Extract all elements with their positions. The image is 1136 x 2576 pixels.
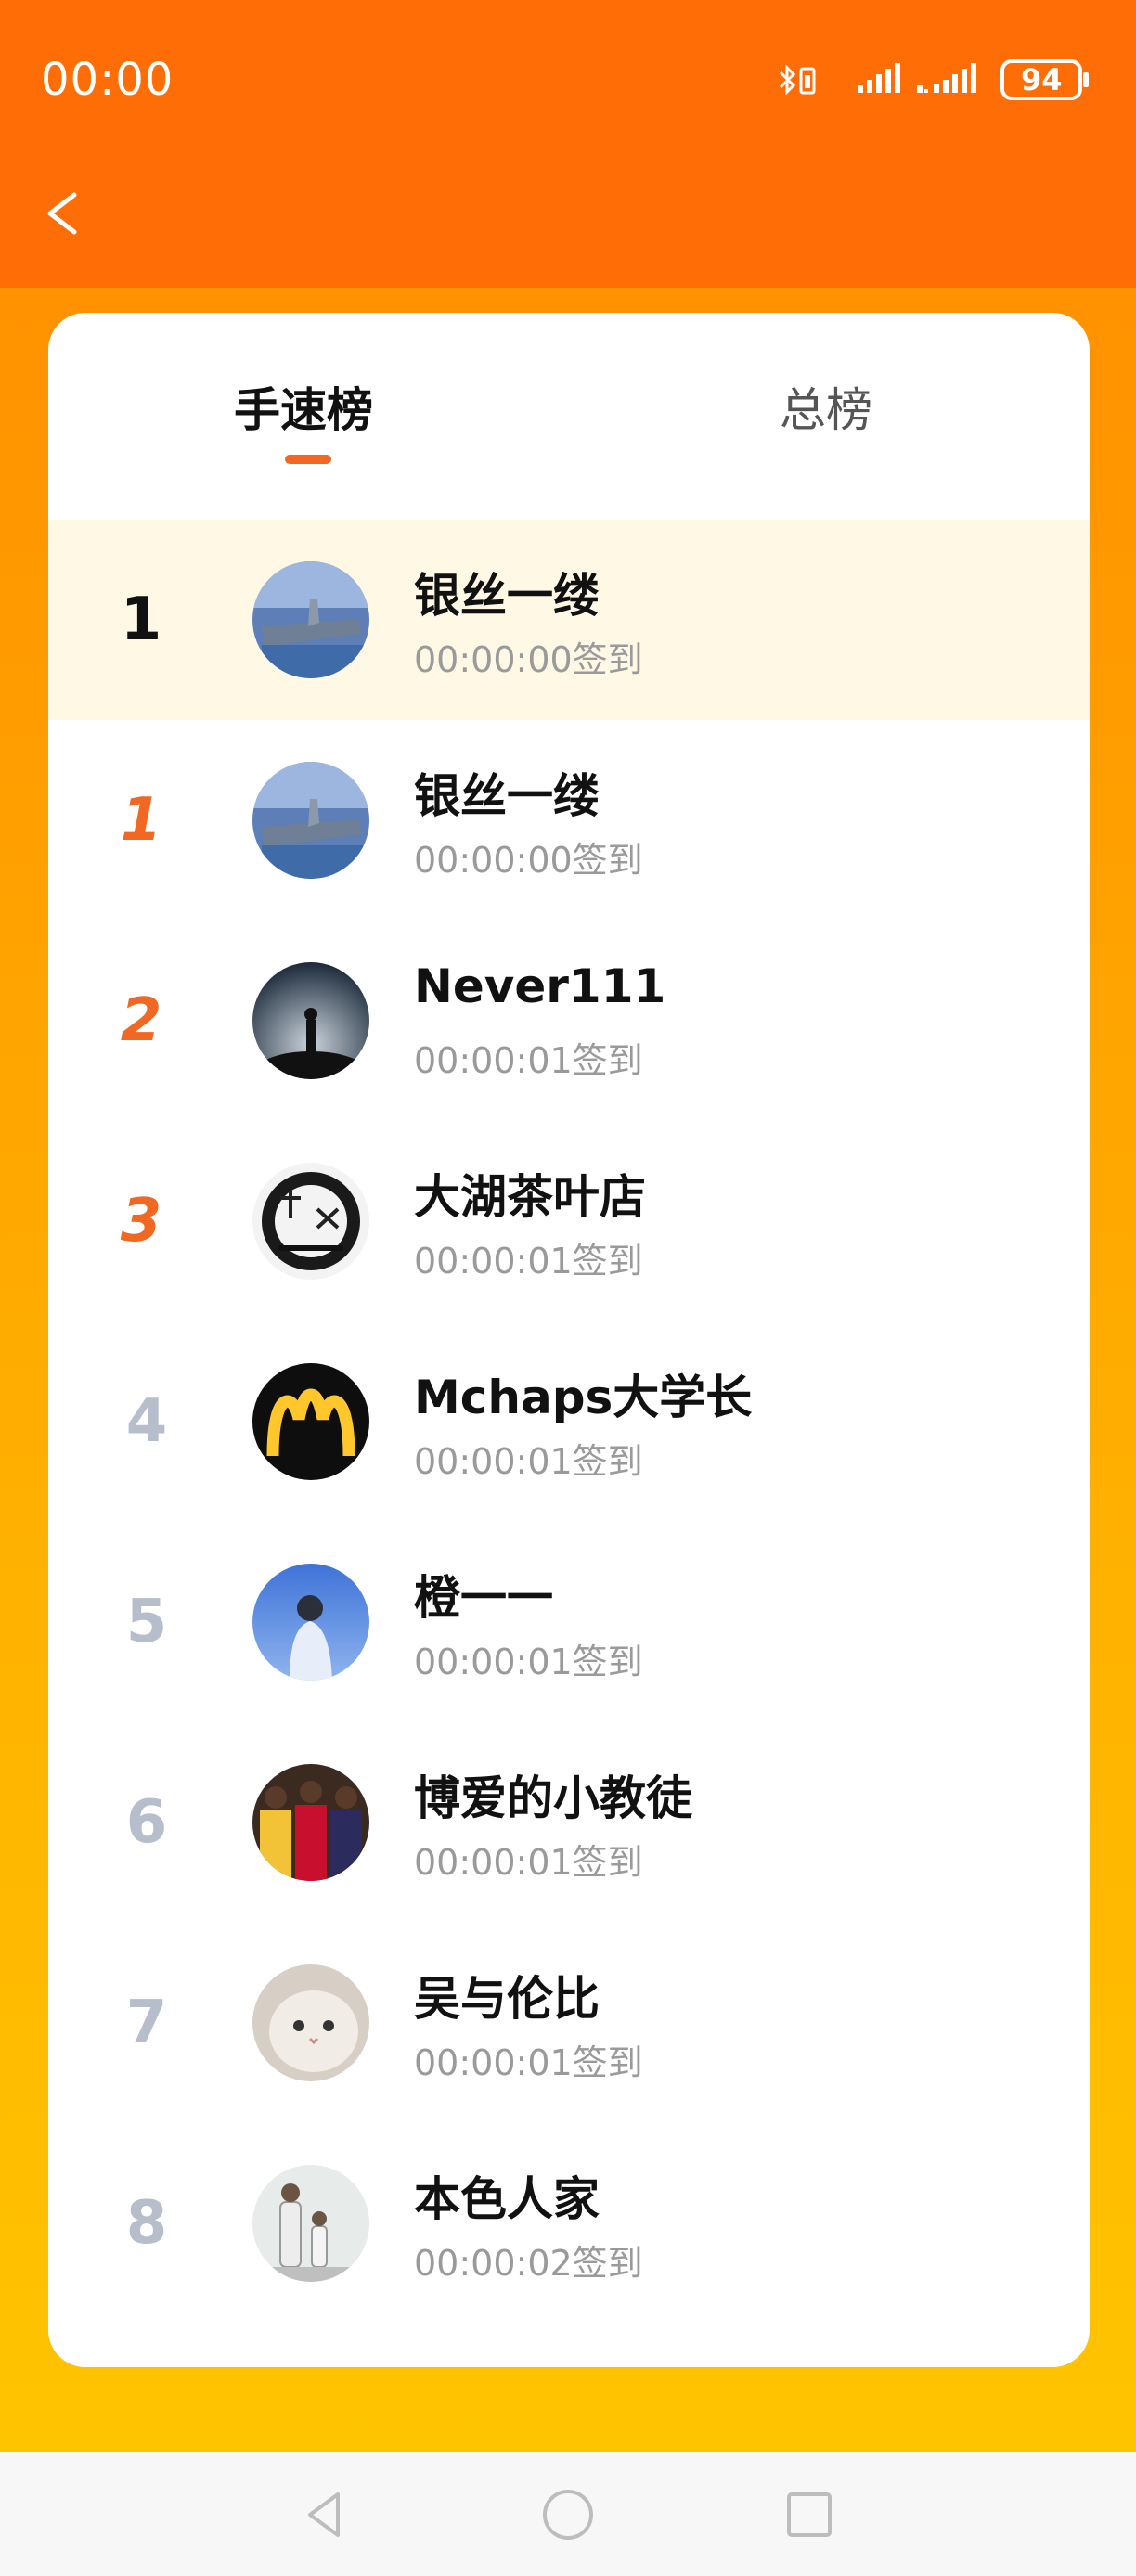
checkin-time: 00:00:00签到: [414, 840, 643, 881]
list-item[interactable]: 5 橙一一 00:00:01签到: [48, 1522, 1090, 1722]
leaderboard-card: 手速榜 总榜 1 银丝一缕 00:00:00签到 1 银丝一缕 00:00:00…: [48, 313, 1090, 2367]
avatar: [252, 561, 369, 678]
rank-number: 6: [125, 1788, 168, 1857]
active-tab-indicator: [285, 455, 331, 464]
tab-speed-ranking[interactable]: 手速榜: [234, 378, 373, 443]
rank-number: 7: [125, 1989, 168, 2057]
checkin-time: 00:00:01签到: [414, 1040, 643, 1081]
nav-recents-button[interactable]: [780, 2485, 839, 2544]
avatar: [252, 1564, 369, 1681]
chevron-left-icon: [47, 192, 77, 235]
avatar: [252, 1964, 369, 2081]
list-item[interactable]: 2 Never111 00:00:01签到: [48, 921, 1090, 1121]
signal-icon: [858, 63, 900, 93]
rank-number: 8: [125, 2189, 168, 2258]
checkin-time: 00:00:00签到: [414, 639, 643, 680]
avatar: [252, 962, 369, 1079]
checkin-time: 00:00:01签到: [414, 1842, 643, 1883]
avatar: [252, 1363, 369, 1480]
list-item[interactable]: 6 博爱的小教徒 00:00:01签到: [48, 1722, 1090, 1923]
user-name: 本色人家: [414, 2172, 600, 2226]
checkin-time: 00:00:01签到: [414, 1241, 643, 1282]
tab-overall-ranking[interactable]: 总榜: [780, 378, 872, 443]
avatar: [252, 1764, 369, 1881]
avatar: [252, 762, 369, 879]
vibrate-icon: [799, 67, 816, 95]
list-item[interactable]: 8 本色人家 00:00:02签到: [48, 2123, 1090, 2324]
rank-number: 1: [95, 720, 187, 921]
user-name: 吴与伦比: [414, 1972, 600, 2026]
rank-number: 4: [125, 1387, 168, 1456]
list-item[interactable]: 3 大湖茶叶店 00:00:01签到: [48, 1121, 1090, 1321]
status-bar: 00:00 94: [0, 0, 1136, 167]
user-name: Never111: [414, 960, 666, 1013]
user-name: Mchaps大学长: [414, 1371, 753, 1424]
signal-icon: [917, 63, 976, 93]
nav-home-button[interactable]: [538, 2485, 598, 2544]
user-name: 银丝一缕: [414, 569, 600, 623]
back-triangle-icon: [308, 2492, 340, 2537]
checkin-time: 00:00:02签到: [414, 2243, 643, 2284]
user-name: 银丝一缕: [414, 769, 600, 823]
list-item[interactable]: 4 Mchaps大学长 00:00:01签到: [48, 1321, 1090, 1522]
checkin-time: 00:00:01签到: [414, 1642, 643, 1682]
battery-level: 94: [1021, 62, 1063, 97]
ranking-list: 1 银丝一缕 00:00:00签到 1 银丝一缕 00:00:00签到 2 Ne…: [48, 520, 1090, 2324]
user-name: 博爱的小教徒: [414, 1771, 692, 1825]
my-rank-row[interactable]: 1 银丝一缕 00:00:00签到: [48, 520, 1090, 720]
system-nav-bar: [0, 2452, 1136, 2576]
rank-number: 5: [125, 1588, 168, 1656]
list-item[interactable]: 1 银丝一缕 00:00:00签到: [48, 720, 1090, 921]
nav-back-button[interactable]: [295, 2485, 355, 2544]
recents-square-icon: [787, 2492, 832, 2537]
back-button[interactable]: [37, 176, 93, 251]
rank-number: 2: [95, 921, 187, 1121]
list-item[interactable]: 7 吴与伦比 00:00:01签到: [48, 1923, 1090, 2123]
avatar: [252, 1163, 369, 1280]
bluetooth-icon: [779, 64, 796, 96]
status-time: 00:00: [41, 54, 174, 106]
checkin-time: 00:00:01签到: [414, 2042, 643, 2083]
top-header: 00:00 94: [0, 0, 1136, 288]
rank-number: 1: [120, 586, 162, 654]
status-icons: 94: [778, 58, 1093, 109]
home-circle-icon: [543, 2490, 593, 2540]
avatar: [252, 2165, 369, 2282]
rank-number: 3: [95, 1121, 187, 1321]
checkin-time: 00:00:01签到: [414, 1441, 643, 1482]
user-name: 大湖茶叶店: [414, 1170, 646, 1224]
user-name: 橙一一: [414, 1571, 553, 1625]
